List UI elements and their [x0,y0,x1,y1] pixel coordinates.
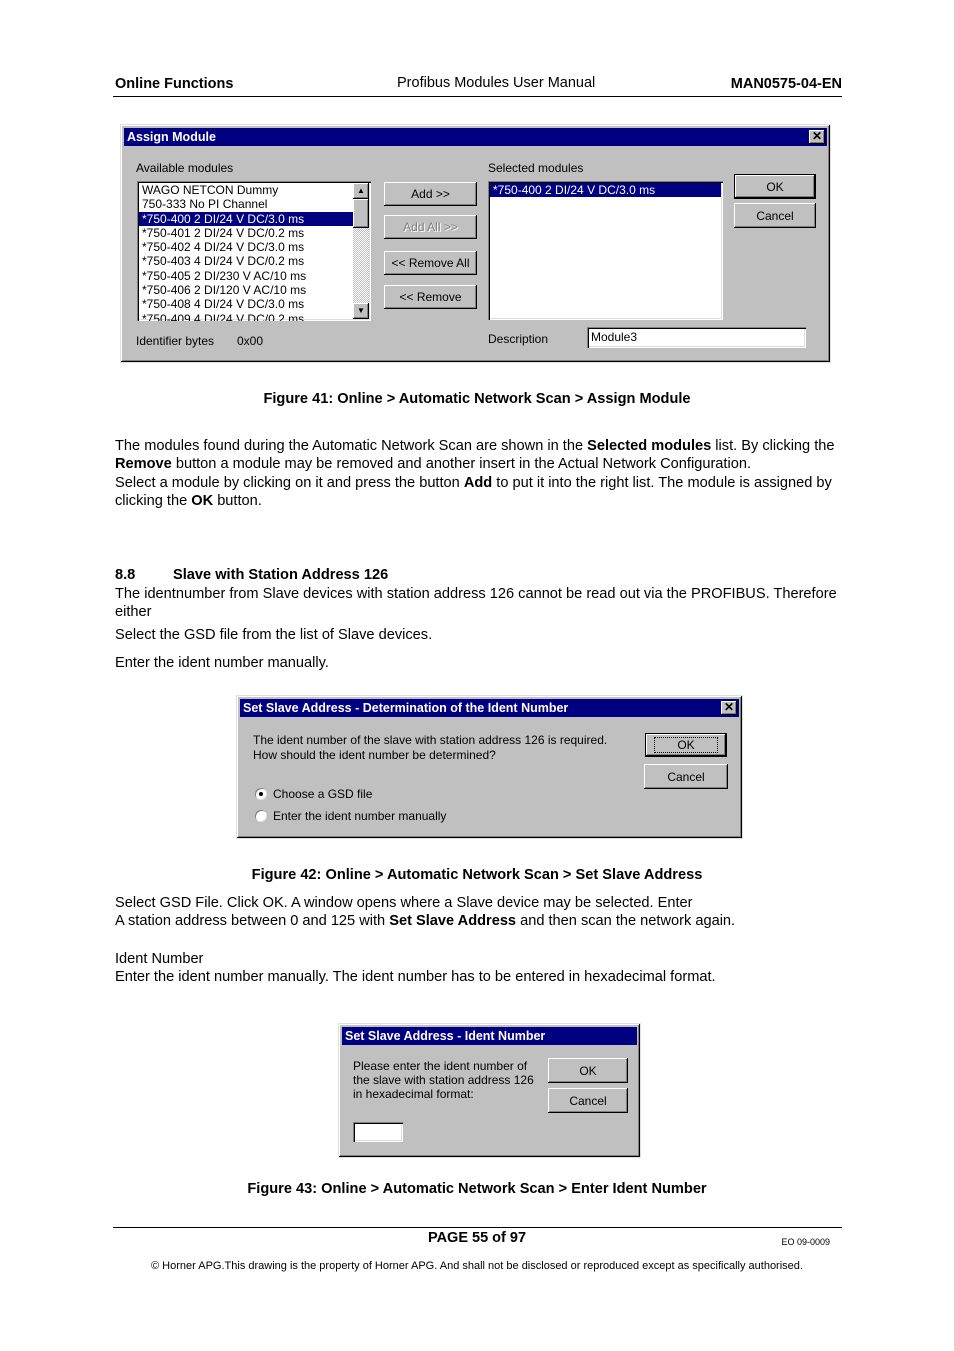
radio-enter-manually[interactable] [255,810,267,822]
figure-41-caption: Figure 41: Online > Automatic Network Sc… [263,391,691,407]
paragraph-ident: Ident Number Enter the ident number manu… [115,951,716,986]
radio-choose-gsd-label[interactable]: Choose a GSD file [273,787,372,801]
ok-button[interactable]: OK [548,1058,628,1083]
radio-choose-gsd[interactable] [255,788,267,800]
description-label: Description [488,332,549,346]
header-rule [113,96,842,97]
scroll-up-button[interactable]: ▲ [353,183,369,199]
header-title: Profibus Modules User Manual [397,75,596,91]
assign-module-titlebar: Assign Module ✕ [124,128,827,146]
identifier-bytes-value: 0x00 [237,334,264,348]
available-modules-label: Available modules [136,161,234,175]
scroll-thumb[interactable] [353,199,369,228]
ident-number-dialog: Set Slave Address - Ident Number Please … [338,1023,641,1158]
footer-rule [113,1227,842,1228]
remove-all-button[interactable]: << Remove All [384,251,477,275]
ident-message: Please enter the ident number of the sla… [353,1059,534,1101]
ident-number-input[interactable] [353,1122,403,1142]
paragraph-gsd: Select GSD File. Click OK. A window open… [115,895,736,930]
message-line-1: The ident number of the slave with stati… [253,733,608,747]
cancel-button[interactable]: Cancel [644,764,728,789]
selected-modules-list[interactable]: *750-400 2 DI/24 V DC/3.0 ms [488,181,723,320]
paragraph-assign: The modules found during the Automatic N… [115,438,835,509]
ident-number-titlebar: Set Slave Address - Ident Number [342,1027,637,1045]
option-manual-text: Enter the ident number manually. [115,655,329,671]
available-scrollbar[interactable]: ▲ ▼ [353,183,369,319]
add-button[interactable]: Add >> [384,182,477,206]
available-module-item[interactable]: *750-406 2 DI/120 V AC/10 ms [139,283,353,297]
available-module-item[interactable]: *750-405 2 DI/230 V AC/10 ms [139,269,353,283]
add-all-button[interactable]: Add All >> [384,215,477,239]
selected-module-item[interactable]: *750-400 2 DI/24 V DC/3.0 ms [490,183,721,198]
close-button[interactable]: ✕ [721,701,737,715]
available-module-item[interactable]: WAGO NETCON Dummy [139,183,353,197]
dialog-title: Assign Module [127,130,216,144]
remove-button[interactable]: << Remove [384,285,477,309]
arrow-down-icon: ▼ [357,306,365,315]
available-module-item[interactable]: 750-333 No PI Channel [139,197,353,211]
determination-titlebar: Set Slave Address - Determination of the… [240,699,739,717]
figure-43-caption: Figure 43: Online > Automatic Network Sc… [247,1181,707,1197]
identifier-bytes-label: Identifier bytes [136,334,215,348]
available-module-item[interactable]: *750-408 4 DI/24 V DC/3.0 ms [139,297,353,311]
scroll-down-button[interactable]: ▼ [353,303,369,319]
description-input[interactable]: Module3 [587,327,806,348]
header-section: Online Functions [115,76,234,92]
available-module-item[interactable]: *750-409 4 DI/24 V DC/0.2 ms [139,312,353,321]
close-icon: ✕ [723,700,735,714]
cancel-button[interactable]: Cancel [548,1088,628,1113]
available-modules-list[interactable]: WAGO NETCON Dummy 750-333 No PI Channel *7… [137,181,371,321]
determination-dialog: Set Slave Address - Determination of the… [236,695,743,839]
figure-42-caption: Figure 42: Online > Automatic Network Sc… [251,867,703,883]
available-module-item[interactable]: *750-400 2 DI/24 V DC/3.0 ms [139,211,353,226]
close-button[interactable]: ✕ [809,130,825,144]
available-module-item[interactable]: *750-401 2 DI/24 V DC/0.2 ms [139,226,353,240]
eo-number: EO 09-0009 [781,1237,830,1247]
close-icon: ✕ [811,129,823,143]
arrow-up-icon: ▲ [357,186,365,195]
assign-module-dialog: Assign Module ✕ Available modules WAGO N… [120,124,831,363]
available-module-item[interactable]: *750-403 4 DI/24 V DC/0.2 ms [139,254,353,268]
option-gsd-text: Select the GSD file from the list of Sla… [115,627,433,643]
ok-button[interactable]: OK [734,174,816,199]
available-module-item[interactable]: *750-402 4 DI/24 V DC/3.0 ms [139,240,353,254]
section-heading: 8.8 Slave with Station Address 126 [115,567,389,583]
header-doc-id: MAN0575-04-EN [730,76,842,92]
section-body: The identnumber from Slave devices with … [115,586,837,621]
message-line-2: How should the ident number be determine… [253,748,496,762]
copyright: © Horner APG.This drawing is the propert… [151,1260,803,1272]
ok-button[interactable]: OK [645,733,727,757]
selected-modules-label: Selected modules [488,161,584,175]
cancel-button[interactable]: Cancel [734,203,816,228]
radio-enter-manually-label[interactable]: Enter the ident number manually [273,809,446,823]
